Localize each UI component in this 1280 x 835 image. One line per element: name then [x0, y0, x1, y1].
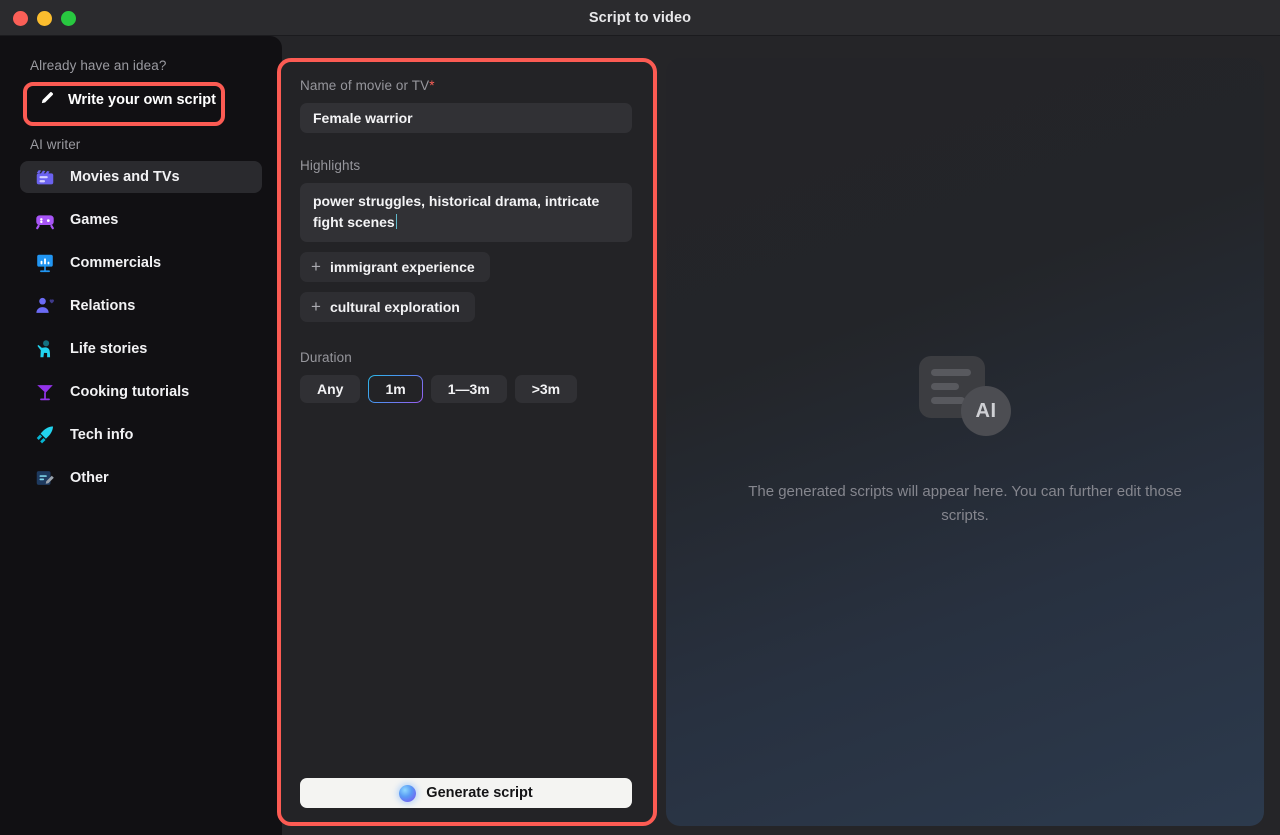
duration-label: Duration [300, 350, 352, 365]
ai-writer-nav-list: Movies and TVs Games Commercials Relatio… [20, 161, 262, 505]
duration-options: Any 1m 1—3m >3m [300, 375, 634, 403]
app-window: Script to video Already have an idea? Wr… [0, 0, 1280, 835]
ai-document-line [931, 369, 971, 376]
clapperboard-icon [34, 166, 56, 188]
sidebar-item-label: Cooking tutorials [70, 384, 190, 400]
duration-option-gt3m[interactable]: >3m [514, 375, 578, 403]
title-bar: Script to video [0, 0, 1280, 36]
sidebar-item-other[interactable]: Other [20, 462, 262, 494]
suggestion-chip-cultural-exploration[interactable]: + cultural exploration [300, 292, 475, 322]
rocket-icon [34, 424, 56, 446]
sidebar-item-relations[interactable]: Relations [20, 290, 262, 322]
highlights-label: Highlights [300, 158, 361, 173]
ai-writer-label: AI writer [30, 137, 81, 152]
sidebar-item-games[interactable]: Games [20, 204, 262, 236]
highlights-value: power struggles, historical drama, intri… [313, 193, 600, 230]
gamepad-icon [34, 209, 56, 231]
ai-badge: AI [961, 386, 1011, 436]
person-wave-icon [34, 338, 56, 360]
presentation-icon [34, 252, 56, 274]
sidebar-item-cooking-tutorials[interactable]: Cooking tutorials [20, 376, 262, 408]
sidebar-item-label: Movies and TVs [70, 169, 180, 185]
already-have-idea-label: Already have an idea? [30, 58, 167, 73]
required-marker: * [429, 78, 435, 93]
generate-script-button[interactable]: Generate script [300, 778, 632, 808]
script-form-content: Name of movie or TV* Female warrior High… [281, 62, 653, 822]
ai-document-icon: AI [919, 356, 1011, 438]
sidebar: Already have an idea? Write your own scr… [0, 36, 282, 835]
plus-icon: + [311, 257, 321, 276]
suggestion-chip-immigrant-experience[interactable]: + immigrant experience [300, 252, 490, 282]
name-input-value: Female warrior [313, 110, 413, 126]
suggestion-chip-row-2: + cultural exploration [300, 292, 634, 332]
sidebar-item-commercials[interactable]: Commercials [20, 247, 262, 279]
sidebar-item-label: Other [70, 470, 109, 486]
plus-icon: + [311, 297, 321, 316]
window-title: Script to video [588, 10, 692, 26]
sparkle-orb-icon [399, 784, 417, 802]
suggestion-chip-label: immigrant experience [329, 259, 475, 275]
duration-option-1m[interactable]: 1m [368, 375, 422, 403]
sidebar-item-label: Games [70, 212, 119, 228]
person-heart-icon [34, 295, 56, 317]
cocktail-icon [34, 381, 56, 403]
script-form-panel: Name of movie or TV* Female warrior High… [281, 62, 653, 822]
sidebar-item-label: Relations [70, 298, 136, 314]
preview-empty-state: AI The generated scripts will appear her… [666, 356, 1264, 528]
duration-option-label: 1m [385, 381, 406, 397]
sidebar-item-tech-info[interactable]: Tech info [20, 419, 262, 451]
script-preview-panel: AI The generated scripts will appear her… [666, 58, 1264, 826]
suggestion-chip-row-1: + immigrant experience [300, 252, 634, 292]
highlights-textarea[interactable]: power struggles, historical drama, intri… [300, 183, 632, 242]
write-your-own-script-label: Write your own script [68, 92, 216, 108]
name-field-label-text: Name of movie or TV [300, 78, 430, 93]
note-edit-icon [34, 467, 56, 489]
duration-option-any[interactable]: Any [300, 375, 361, 403]
write-your-own-script-button[interactable]: Write your own script [29, 84, 219, 116]
suggestion-chip-label: cultural exploration [329, 299, 460, 315]
name-input[interactable]: Female warrior [300, 103, 632, 133]
preview-placeholder-text: The generated scripts will appear here. … [748, 483, 1182, 524]
sidebar-item-label: Life stories [70, 341, 148, 357]
pencil-icon [39, 89, 56, 111]
generate-script-label: Generate script [426, 785, 533, 801]
duration-option-label: Any [317, 381, 344, 397]
sidebar-item-label: Tech info [70, 427, 134, 443]
ai-document-line [931, 397, 965, 404]
sidebar-item-life-stories[interactable]: Life stories [20, 333, 262, 365]
text-cursor [395, 214, 398, 229]
duration-option-1-3m[interactable]: 1—3m [430, 375, 507, 403]
duration-option-label: 1—3m [447, 381, 490, 397]
sidebar-item-label: Commercials [70, 255, 162, 271]
ai-document-line [931, 383, 959, 390]
duration-option-label: >3m [531, 381, 561, 397]
name-field-label: Name of movie or TV* [300, 78, 634, 93]
sidebar-item-movies-and-tvs[interactable]: Movies and TVs [20, 161, 262, 193]
